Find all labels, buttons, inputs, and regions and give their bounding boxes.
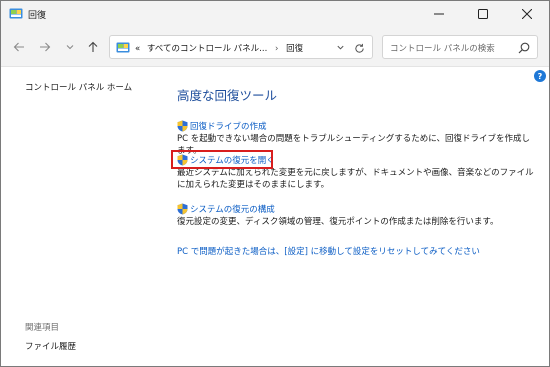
chevron-down-icon bbox=[66, 45, 74, 50]
breadcrumb-separator: › bbox=[274, 44, 279, 54]
search-icon[interactable] bbox=[517, 41, 531, 55]
address-bar[interactable]: « すべてのコントロール パネル... › 回復 bbox=[109, 35, 373, 59]
window-title: 回復 bbox=[28, 11, 47, 21]
close-button[interactable] bbox=[505, 1, 549, 27]
up-button[interactable] bbox=[85, 39, 101, 55]
recovery-window: 回復 « すべてのコントロール パネル... › 回復 コントロール パネルの検… bbox=[0, 0, 550, 367]
task-link-label[interactable]: 回復ドライブの作成 bbox=[190, 120, 267, 132]
file-history-link[interactable]: ファイル履歴 bbox=[25, 340, 76, 352]
refresh-icon bbox=[354, 43, 364, 53]
task-link-label[interactable]: システムの復元の構成 bbox=[190, 203, 275, 215]
configure-system-restore-link[interactable]: システムの復元の構成 bbox=[177, 203, 537, 215]
task-description: 最近システムに加えられた変更を元に戻しますが、ドキュメントや画像、音楽などのファ… bbox=[177, 168, 534, 190]
search-box[interactable]: コントロール パネルの検索 bbox=[382, 35, 538, 59]
breadcrumb-overflow[interactable]: « bbox=[135, 44, 140, 54]
address-history-button[interactable] bbox=[334, 41, 346, 53]
forward-button[interactable] bbox=[37, 39, 53, 55]
search-input[interactable]: コントロール パネルの検索 bbox=[390, 42, 495, 54]
maximize-button[interactable] bbox=[461, 1, 505, 27]
navigation-bar: « すべてのコントロール パネル... › 回復 コントロール パネルの検索 bbox=[1, 27, 549, 67]
arrow-right-icon bbox=[40, 42, 51, 52]
breadcrumb-item-recovery[interactable]: 回復 bbox=[286, 44, 303, 54]
maximize-icon bbox=[478, 9, 488, 19]
back-button[interactable] bbox=[11, 39, 27, 55]
uac-shield-icon bbox=[177, 120, 188, 132]
task-configure-system-restore: システムの復元の構成 復元設定の変更、ディスク領域の管理、復元ポイントの作成また… bbox=[177, 203, 537, 228]
breadcrumb: « すべてのコントロール パネル... › 回復 bbox=[135, 42, 303, 54]
minimize-icon bbox=[434, 13, 444, 15]
arrow-up-icon bbox=[88, 41, 98, 52]
related-items-title: 関連項目 bbox=[25, 323, 60, 333]
minimize-button[interactable] bbox=[417, 1, 461, 27]
uac-shield-icon bbox=[177, 203, 188, 215]
create-recovery-drive-link[interactable]: 回復ドライブの作成 bbox=[177, 120, 537, 132]
help-icon[interactable]: ? bbox=[534, 70, 546, 82]
chevron-down-icon bbox=[336, 45, 344, 50]
arrow-left-icon bbox=[13, 42, 24, 52]
page-title: 高度な回復ツール bbox=[177, 88, 278, 103]
recent-locations-button[interactable] bbox=[62, 39, 78, 55]
task-description: 復元設定の変更、ディスク領域の管理、復元ポイントの作成または削除を行います。 bbox=[177, 217, 499, 227]
highlight-box bbox=[171, 150, 273, 169]
control-panel-home-link[interactable]: コントロール パネル ホーム bbox=[25, 81, 132, 93]
reset-pc-link[interactable]: PC で問題が起きた場合は、[設定] に移動して設定をリセットしてみてください bbox=[177, 245, 480, 257]
breadcrumb-item-all-control-panel[interactable]: すべてのコントロール パネル... bbox=[147, 44, 267, 54]
title-bar: 回復 bbox=[1, 1, 549, 27]
close-icon bbox=[522, 9, 532, 19]
control-panel-icon bbox=[116, 42, 130, 53]
refresh-button[interactable] bbox=[352, 41, 366, 55]
control-panel-icon bbox=[9, 8, 23, 19]
